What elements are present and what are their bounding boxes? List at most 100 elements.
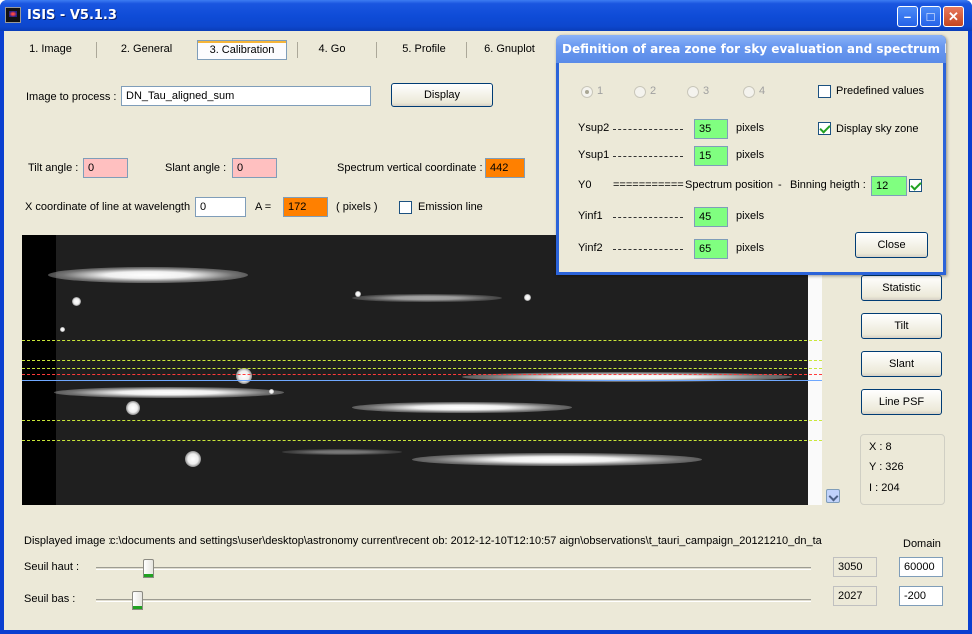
- ysup1-label: Ysup1: [578, 149, 610, 161]
- tilt-angle-label: Tilt angle :: [28, 162, 79, 174]
- binning-height-input[interactable]: 12: [871, 176, 907, 196]
- a-equals-label: A =: [255, 201, 272, 213]
- slant-angle-label: Slant angle :: [165, 162, 227, 174]
- radio-zone-4[interactable]: [743, 86, 755, 98]
- ysup2-unit: pixels: [736, 122, 765, 134]
- yinf1-dash: [613, 217, 683, 218]
- yinf1-input[interactable]: 45: [694, 207, 728, 227]
- slant-button[interactable]: Slant: [861, 351, 942, 377]
- x-coordinate-input[interactable]: 0: [195, 197, 246, 217]
- seuil-haut-domain-input[interactable]: 60000: [899, 557, 943, 577]
- star-spot: [269, 389, 274, 394]
- seuil-bas-slider-track[interactable]: [96, 599, 811, 602]
- spectrum-position-label: Spectrum position: [685, 179, 774, 191]
- yinf2-unit: pixels: [736, 242, 765, 254]
- title-bar[interactable]: ISIS - V5.1.3 – □ ✕: [0, 0, 972, 31]
- sky-zone-dialog: Definition of area zone for sky evaluati…: [556, 35, 946, 275]
- seuil-bas-value: 2027: [833, 586, 877, 606]
- star-spot: [236, 368, 252, 384]
- maximize-icon[interactable]: □: [920, 6, 941, 27]
- tilt-angle-input[interactable]: 0: [83, 158, 128, 178]
- emission-line-checkbox[interactable]: [399, 201, 412, 214]
- readout-y: Y : 326: [869, 461, 904, 473]
- line-psf-button[interactable]: Line PSF: [861, 389, 942, 415]
- display-button[interactable]: Display: [391, 83, 493, 107]
- spectrum-streak: [282, 449, 402, 455]
- statistic-button[interactable]: Statistic: [861, 275, 942, 301]
- yinf1-unit: pixels: [736, 210, 765, 222]
- star-spot: [60, 327, 65, 332]
- predefined-values-checkbox[interactable]: [818, 85, 831, 98]
- spectrum-vertical-label: Spectrum vertical coordinate :: [337, 162, 483, 174]
- seuil-haut-slider-track[interactable]: [96, 567, 811, 570]
- dialog-title[interactable]: Definition of area zone for sky evaluati…: [556, 35, 946, 63]
- y0-equals: ===========: [613, 179, 684, 191]
- pixel-readout-panel: X : 8 Y : 326 I : 204: [860, 434, 945, 505]
- displayed-image-label: Displayed image :: [24, 535, 112, 547]
- close-icon[interactable]: ✕: [943, 6, 964, 27]
- tilt-button[interactable]: Tilt: [861, 313, 942, 339]
- tab-image[interactable]: 1. Image: [18, 40, 83, 60]
- tab-profile[interactable]: 5. Profile: [389, 40, 459, 60]
- seuil-haut-value: 3050: [833, 557, 877, 577]
- seuil-bas-domain-input[interactable]: -200: [899, 586, 943, 606]
- scroll-down-arrow-icon[interactable]: [826, 489, 840, 503]
- predefined-values-label: Predefined values: [836, 85, 925, 97]
- ysup1-dash: [613, 156, 683, 157]
- displayed-image-path: c:\documents and settings\user\desktop\a…: [110, 535, 822, 547]
- close-button[interactable]: Close: [855, 232, 928, 258]
- spectrum-streak: [412, 453, 702, 466]
- image-white-border: [808, 235, 822, 505]
- yinf2-input[interactable]: 65: [694, 239, 728, 259]
- binning-checkbox[interactable]: [909, 179, 922, 192]
- x-coordinate-label: X coordinate of line at wavelength: [25, 201, 191, 213]
- tab-general[interactable]: 2. General: [109, 40, 184, 60]
- seuil-bas-slider-thumb[interactable]: [132, 591, 144, 610]
- ysup1-input[interactable]: 15: [694, 146, 728, 166]
- minimize-icon[interactable]: –: [897, 6, 918, 27]
- star-spot: [185, 451, 201, 467]
- display-sky-zone-checkbox[interactable]: [818, 122, 831, 135]
- image-to-process-input[interactable]: DN_Tau_aligned_sum: [121, 86, 371, 106]
- ysup1-unit: pixels: [736, 149, 765, 161]
- tab-calibration[interactable]: 3. Calibration: [197, 40, 287, 60]
- image-to-process-label: Image to process :: [26, 91, 117, 103]
- y0-dash: -: [778, 179, 782, 191]
- radio-zone-2-label: 2: [650, 85, 657, 97]
- spectrum-streak: [352, 402, 572, 413]
- tab-gnuplot[interactable]: 6. Gnuplot: [477, 40, 542, 60]
- radio-zone-1[interactable]: [581, 86, 593, 98]
- radio-zone-3[interactable]: [687, 86, 699, 98]
- spectrum-streak: [48, 267, 248, 283]
- y0-label: Y0: [578, 179, 592, 191]
- ysup2-input[interactable]: 35: [694, 119, 728, 139]
- spectrum-vertical-input[interactable]: 442: [485, 158, 525, 178]
- sky-zone-line: [22, 440, 822, 441]
- spectrum-streak: [54, 387, 284, 398]
- readout-intensity: I : 204: [869, 482, 900, 494]
- a-value-input[interactable]: 172: [283, 197, 328, 217]
- star-spot: [355, 291, 361, 297]
- seuil-haut-slider-thumb[interactable]: [142, 559, 154, 578]
- star-spot: [126, 401, 140, 415]
- sky-zone-line: [22, 420, 822, 421]
- yinf2-label: Yinf2: [578, 242, 603, 254]
- radio-zone-4-label: 4: [759, 85, 766, 97]
- radio-zone-1-label: 1: [597, 85, 604, 97]
- tab-go[interactable]: 4. Go: [307, 40, 357, 60]
- isis-app-icon: [5, 7, 21, 23]
- sky-zone-line: [22, 340, 822, 341]
- spectrum-image-view[interactable]: [22, 235, 822, 505]
- window-title: ISIS - V5.1.3: [27, 8, 117, 23]
- radio-zone-2[interactable]: [634, 86, 646, 98]
- binning-height-label: Binning heigth :: [790, 179, 866, 191]
- display-sky-zone-label: Display sky zone: [836, 123, 919, 135]
- emission-line-label: Emission line: [418, 201, 483, 213]
- star-spot: [524, 294, 531, 301]
- slant-angle-input[interactable]: 0: [232, 158, 277, 178]
- cursor-line: [22, 380, 822, 381]
- yinf1-label: Yinf1: [578, 210, 603, 222]
- ysup2-label: Ysup2: [578, 122, 610, 134]
- domain-label: Domain: [903, 538, 941, 550]
- tab-separator: [96, 42, 97, 58]
